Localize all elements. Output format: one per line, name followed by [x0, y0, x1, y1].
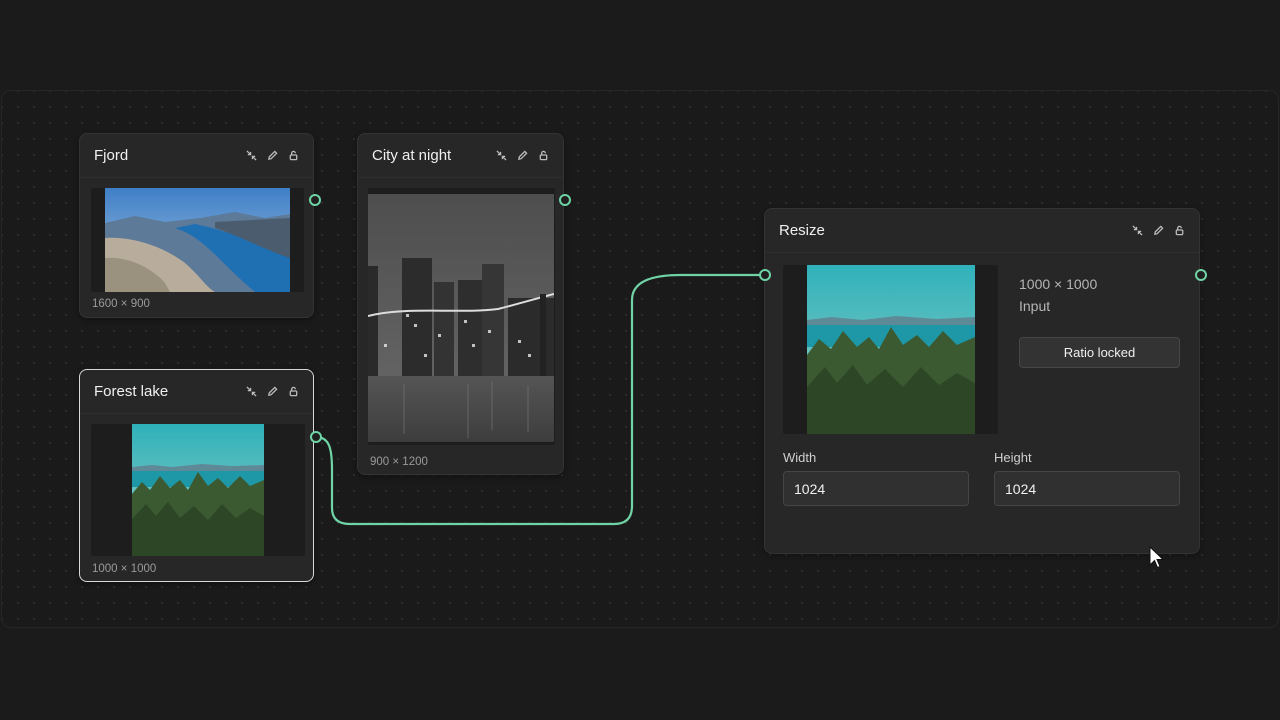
- forest-image: [132, 424, 264, 556]
- pencil-icon[interactable]: [266, 150, 278, 162]
- width-label: Width: [783, 450, 817, 465]
- node-actions: [1131, 225, 1185, 237]
- unlock-icon[interactable]: [287, 150, 299, 162]
- node-header[interactable]: Resize: [765, 209, 1199, 253]
- image-preview: [91, 424, 305, 556]
- image-info: 1000 × 1000 Input: [1019, 273, 1097, 317]
- mouse-cursor-icon: [1149, 546, 1164, 569]
- pencil-icon[interactable]: [266, 386, 278, 398]
- image-preview: [368, 188, 555, 445]
- city-image: [368, 194, 554, 442]
- node-actions: [495, 150, 549, 162]
- output-port[interactable]: [1195, 269, 1207, 281]
- node-title: Resize: [779, 222, 825, 239]
- pencil-icon[interactable]: [1152, 225, 1164, 237]
- unlock-icon[interactable]: [1173, 225, 1185, 237]
- collapse-icon[interactable]: [1131, 225, 1143, 237]
- info-source: Input: [1019, 298, 1051, 314]
- collapse-icon[interactable]: [495, 150, 507, 162]
- collapse-icon[interactable]: [245, 150, 257, 162]
- image-preview: [783, 265, 998, 434]
- fjord-image: [105, 188, 290, 292]
- node-header[interactable]: Forest lake: [80, 370, 313, 414]
- ratio-locked-button[interactable]: Ratio locked: [1019, 337, 1180, 368]
- node-title: City at night: [372, 147, 452, 164]
- width-input[interactable]: [783, 471, 969, 506]
- unlock-icon[interactable]: [537, 150, 549, 162]
- height-input[interactable]: [994, 471, 1180, 506]
- image-dimensions: 1600 × 900: [92, 298, 150, 310]
- info-dimensions: 1000 × 1000: [1019, 276, 1098, 292]
- node-fjord[interactable]: Fjord 1600 × 900: [79, 133, 314, 318]
- node-forest-lake[interactable]: Forest lake 1000 × 1000: [79, 369, 314, 582]
- node-actions: [245, 150, 299, 162]
- image-dimensions: 900 × 1200: [370, 456, 428, 468]
- unlock-icon[interactable]: [287, 386, 299, 398]
- node-actions: [245, 386, 299, 398]
- image-dimensions: 1000 × 1000: [92, 563, 157, 575]
- node-title: Fjord: [94, 147, 129, 164]
- output-port[interactable]: [309, 194, 321, 206]
- node-header[interactable]: City at night: [358, 134, 563, 178]
- collapse-icon[interactable]: [245, 386, 257, 398]
- node-resize[interactable]: Resize 1000 × 1000 Input Ratio locked Wi…: [764, 208, 1200, 554]
- height-label: Height: [994, 450, 1032, 465]
- node-header[interactable]: Fjord: [80, 134, 313, 178]
- forest-image: [807, 265, 975, 434]
- output-port[interactable]: [559, 194, 571, 206]
- input-port[interactable]: [759, 269, 771, 281]
- image-preview: [91, 188, 304, 292]
- node-city-at-night[interactable]: City at night 900 × 1200: [357, 133, 564, 475]
- node-title: Forest lake: [94, 383, 169, 400]
- output-port[interactable]: [310, 431, 322, 443]
- pencil-icon[interactable]: [516, 150, 528, 162]
